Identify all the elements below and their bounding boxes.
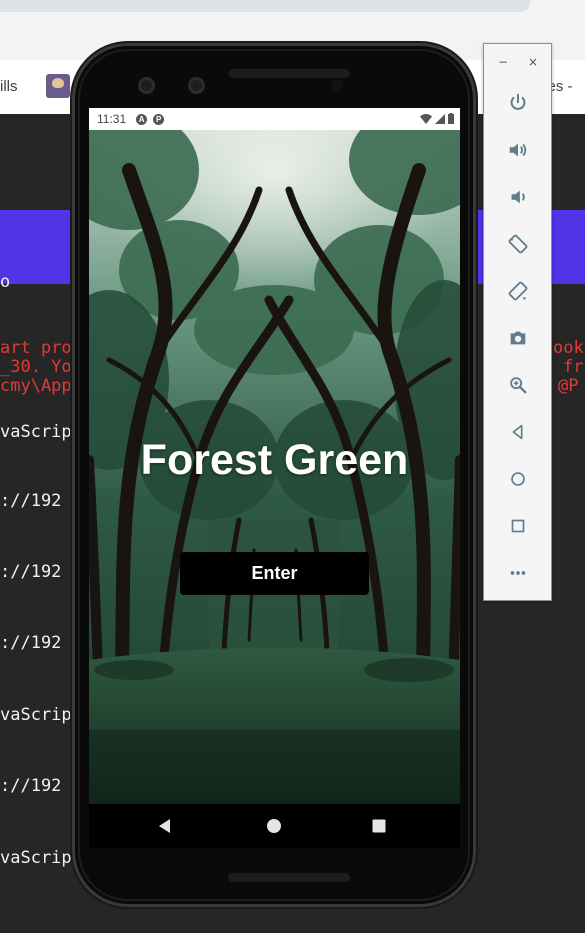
enter-button[interactable]: Enter [180, 552, 369, 595]
phone-device-frame: 11:31 A P Forest Green Enter [72, 43, 476, 907]
nav-overview-icon[interactable] [369, 816, 389, 836]
bottom-speaker [228, 873, 350, 882]
zoom-icon[interactable] [505, 372, 531, 398]
terminal-line: fr [563, 357, 584, 377]
terminal-line: cmy\App [0, 376, 72, 396]
terminal-line: vaScrip [0, 848, 72, 868]
bookmark-item[interactable]: ills [0, 78, 18, 95]
proximity-sensor [331, 79, 343, 91]
volume-down-icon[interactable] [505, 184, 531, 210]
rotate-right-icon[interactable] [505, 278, 531, 304]
home-icon[interactable] [505, 466, 531, 492]
terminal-line: art pro [0, 338, 72, 358]
front-camera-icon [188, 77, 205, 94]
terminal-line: ://192 [0, 491, 62, 511]
back-icon[interactable] [505, 419, 531, 445]
more-icon[interactable] [505, 560, 531, 586]
nav-home-icon[interactable] [264, 816, 284, 836]
cell-signal-icon [435, 113, 445, 124]
rotate-left-icon[interactable] [505, 231, 531, 257]
front-camera-icon [138, 77, 155, 94]
notification-icon: A [136, 113, 148, 125]
app-title: Forest Green [140, 436, 409, 484]
terminal-line: vaScrip [0, 422, 72, 442]
status-bar: 11:31 A P [89, 108, 460, 130]
browser-tab-strip [0, 0, 530, 12]
close-button[interactable]: × [528, 56, 538, 68]
status-indicators [420, 113, 454, 124]
earpiece-speaker [228, 69, 350, 78]
status-time: 11:31 [97, 112, 127, 126]
emulator-toolbar: − × [483, 43, 552, 601]
notification-icon: P [153, 113, 165, 125]
camera-icon[interactable] [505, 325, 531, 351]
overview-icon[interactable] [505, 513, 531, 539]
minimize-button[interactable]: − [498, 56, 508, 68]
battery-icon [448, 113, 454, 124]
wifi-icon [420, 113, 432, 124]
terminal-line: ://192 [0, 562, 62, 582]
terminal-line: vaScrip [0, 705, 72, 725]
android-navigation-bar [89, 804, 460, 848]
terminal-line: ook [553, 338, 584, 358]
bookmark-avatar-icon[interactable] [46, 74, 70, 98]
terminal-line: _30. Yo [0, 357, 72, 377]
power-icon[interactable] [505, 90, 531, 116]
terminal-line: @P [558, 376, 579, 396]
terminal-line: ://192 [0, 633, 62, 653]
terminal-line: o [0, 272, 11, 292]
phone-screen: 11:31 A P Forest Green Enter [89, 108, 460, 848]
volume-up-icon[interactable] [505, 137, 531, 163]
nav-back-icon[interactable] [155, 816, 175, 836]
terminal-line: ://192 [0, 776, 62, 796]
